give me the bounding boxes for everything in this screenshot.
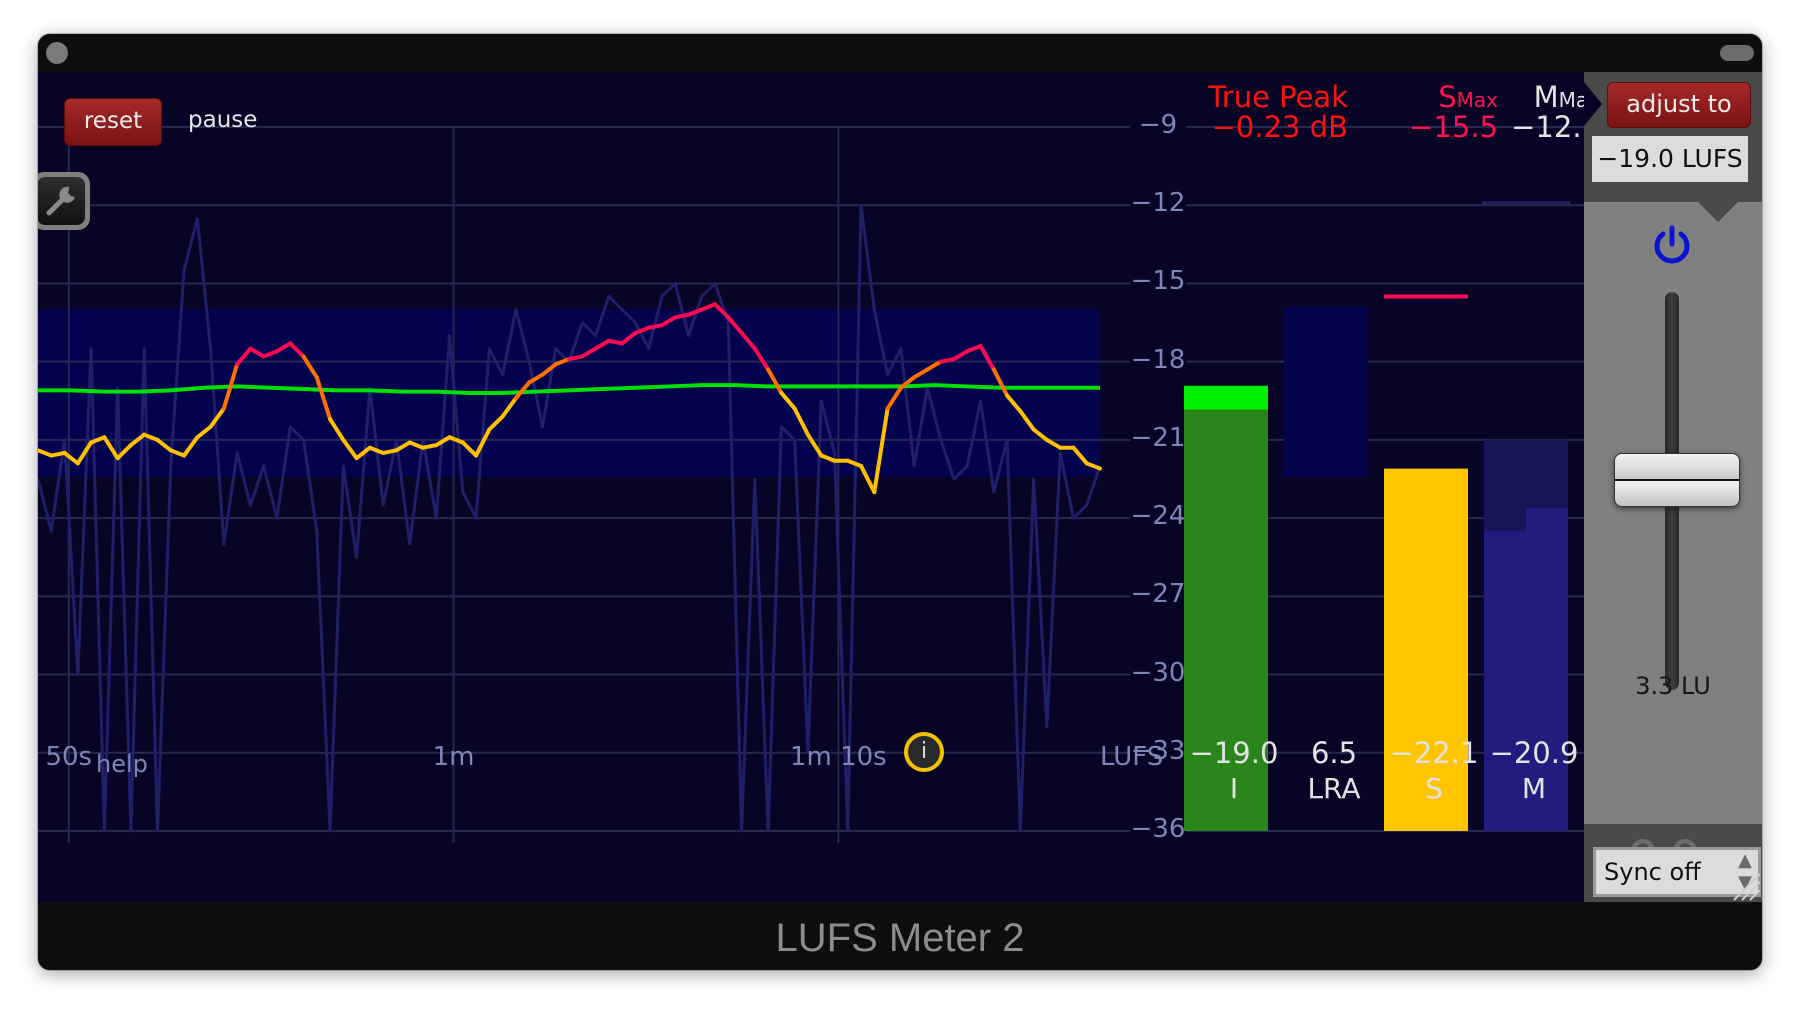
collapse-window-button[interactable] [1720,45,1754,61]
plugin-window: reset pause 50s 1m 1m 10s −9 −12 −15 −18 −21 −2… [38,34,1762,970]
close-window-button[interactable] [46,42,68,64]
plugin-title: LUFS Meter 2 [775,916,1025,960]
footer-bar: LUFS Meter 2 [38,902,1762,970]
title-bar [38,34,1762,72]
resize-grip[interactable] [38,72,1762,902]
meter-content: reset pause 50s 1m 1m 10s −9 −12 −15 −18 −21 −2… [38,72,1762,902]
